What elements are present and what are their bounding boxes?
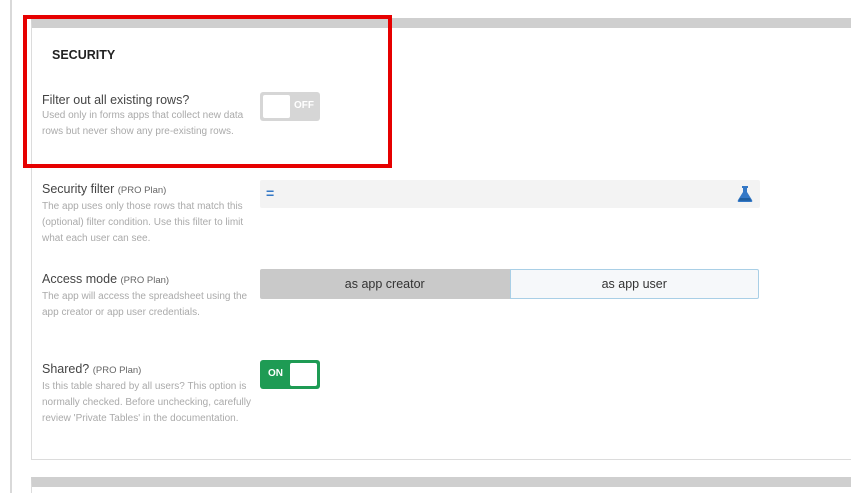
access-mode-description: The app will access the spreadsheet usin… — [42, 291, 248, 318]
left-divider — [10, 0, 12, 493]
security-filter-expression-input[interactable]: = — [260, 180, 760, 208]
toggle-knob — [290, 363, 317, 386]
toggle-state-label: OFF — [294, 100, 314, 111]
shared-label: Shared? (PRO Plan) — [42, 361, 252, 379]
shared-description: Is this table shared by all users? This … — [42, 381, 251, 424]
access-mode-label-text: Access mode — [42, 272, 118, 286]
access-mode-option-creator[interactable]: as app creator — [260, 269, 510, 299]
security-filter-label: Security filter (PRO Plan) — [42, 181, 252, 199]
pro-plan-badge: (PRO Plan) — [120, 275, 170, 286]
pro-plan-badge: (PRO Plan) — [117, 185, 167, 196]
access-mode-label: Access mode (PRO Plan) — [42, 271, 252, 289]
filter-rows-description: Used only in forms apps that collect new… — [42, 110, 244, 137]
section-title: SECURITY — [52, 48, 116, 62]
toggle-knob — [263, 95, 290, 118]
equals-icon: = — [266, 185, 275, 201]
pro-plan-badge: (PRO Plan) — [92, 365, 142, 376]
filter-rows-label: Filter out all existing rows? — [42, 93, 190, 107]
security-filter-label-text: Security filter — [42, 182, 115, 196]
security-filter-description: The app uses only those rows that match … — [42, 201, 244, 244]
security-filter-setting: Security filter (PRO Plan) The app uses … — [42, 181, 252, 247]
filter-rows-setting: Filter out all existing rows? Used only … — [42, 92, 252, 140]
shared-setting: Shared? (PRO Plan) Is this table shared … — [42, 361, 252, 427]
toggle-state-label: ON — [268, 368, 283, 379]
access-mode-option-user[interactable]: as app user — [509, 269, 759, 299]
access-mode-selector: as app creator as app user — [260, 269, 759, 299]
filter-rows-toggle[interactable]: OFF — [260, 92, 320, 121]
access-mode-setting: Access mode (PRO Plan) The app will acce… — [42, 271, 252, 321]
shared-toggle[interactable]: ON — [260, 360, 320, 389]
next-panel — [31, 477, 851, 493]
shared-label-text: Shared? — [42, 362, 90, 376]
flask-icon[interactable] — [734, 183, 756, 205]
